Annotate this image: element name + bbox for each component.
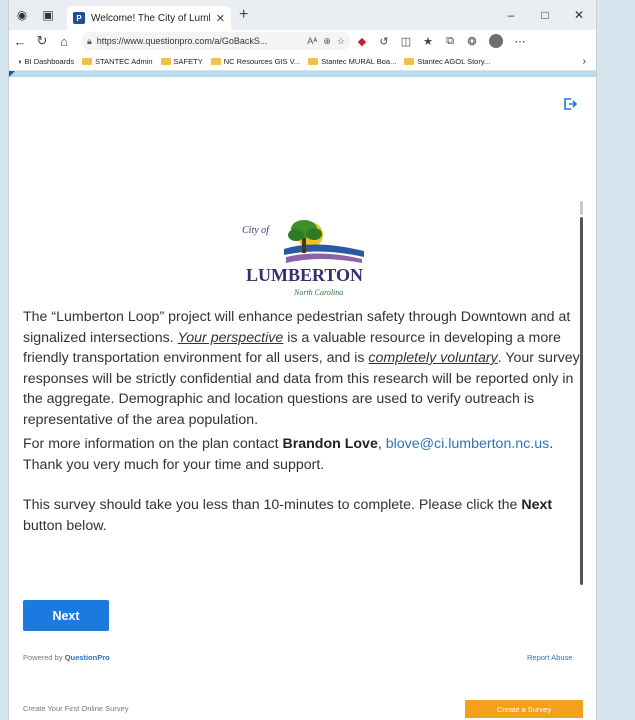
extensions-icon[interactable]: ❂	[461, 35, 483, 48]
bookmark-bi-dashboards[interactable]: ◑ BI Dashboards	[17, 57, 74, 66]
minimize-icon[interactable]: –	[494, 8, 528, 22]
url-text[interactable]: https://www.questionpro.com/a/GoBackS...	[97, 36, 301, 46]
tab-actions-icon[interactable]: ▣	[35, 0, 61, 30]
bookmark-label: BI Dashboards	[24, 56, 75, 66]
refresh-icon[interactable]: ↻	[31, 33, 53, 49]
close-tab-icon[interactable]: ✕	[216, 12, 225, 25]
next-emphasis: Next	[521, 497, 553, 513]
lock-icon[interactable]: 🔒︎	[87, 36, 92, 47]
folder-icon	[308, 57, 319, 65]
split-screen-icon[interactable]: ◫	[395, 35, 417, 48]
tab-bar: ◉ ▣ P Welcome! The City of Lumberto ✕ + …	[9, 0, 596, 30]
new-tab-icon[interactable]: +	[239, 6, 248, 24]
bookmark-label: NC Resources GIS V...	[223, 56, 301, 66]
browser-window: ◉ ▣ P Welcome! The City of Lumberto ✕ + …	[8, 0, 597, 720]
report-abuse-link[interactable]: Report Abuse	[527, 653, 572, 662]
close-window-icon[interactable]: ✕	[562, 8, 596, 22]
back-icon[interactable]: ←	[9, 34, 31, 49]
create-survey-button[interactable]: Create a Survey	[465, 700, 583, 718]
refresh-extension-icon[interactable]: ↺	[373, 35, 395, 48]
powered-prefix: Powered by	[23, 653, 65, 662]
folder-icon	[404, 57, 415, 65]
bi-icon: ◑	[17, 56, 22, 66]
completely-voluntary-emphasis: completely voluntary	[368, 350, 498, 366]
window-controls: – □ ✕	[494, 8, 596, 22]
questionpro-favicon-icon: P	[73, 12, 85, 24]
bookmark-stantec-mural[interactable]: Stantec MURAL Boa...	[308, 57, 396, 66]
scrollbar-up[interactable]	[580, 201, 583, 215]
bookmark-label: Stantec AGOL Story...	[417, 56, 491, 66]
chevron-right-icon[interactable]: ›	[583, 56, 586, 67]
duration-paragraph: This survey should take you less than 10…	[23, 495, 588, 536]
your-perspective-emphasis: Your perspective	[177, 329, 284, 346]
duration-text-a: This survey should take you less than 10…	[23, 497, 522, 513]
folder-icon	[160, 57, 171, 65]
bookmark-stantec-admin[interactable]: STANTEC Admin	[82, 56, 153, 66]
contact-text-b: ,	[377, 436, 386, 452]
bookmark-stantec-agol[interactable]: Stantec AGOL Story...	[404, 57, 490, 66]
favorites-icon[interactable]: ★	[417, 35, 439, 48]
contact-name: Brandon Love	[282, 436, 378, 452]
create-first-survey-text[interactable]: Create Your First Online Survey	[23, 704, 128, 713]
survey-page: City of LUMBERTON North Carolina The “Lu…	[9, 77, 596, 720]
powered-by: Powered by QuestionPro	[23, 653, 110, 662]
navigation-bar: ← ↻ ⌂ 🔒︎ https://www.questionpro.com/a/G…	[9, 30, 596, 52]
folder-icon	[210, 57, 221, 65]
logo-name: LUMBERTON	[246, 265, 363, 285]
home-icon[interactable]: ⌂	[53, 34, 75, 49]
workspaces-icon[interactable]: ◉	[9, 0, 35, 30]
bookmark-label: STANTEC Admin	[95, 56, 153, 66]
tab-title: Welcome! The City of Lumberto	[91, 12, 210, 24]
maximize-icon[interactable]: □	[528, 8, 562, 22]
next-button[interactable]: Next	[23, 600, 109, 631]
read-aloud-icon[interactable]: Aᴬ	[307, 36, 317, 46]
duration-text-b: button below.	[23, 517, 107, 534]
city-of-lumberton-logo: City of LUMBERTON North Carolina	[242, 220, 364, 297]
more-menu-icon[interactable]: ⋯	[509, 35, 531, 48]
collections-icon[interactable]: ⧉	[439, 35, 461, 48]
bookmark-safety[interactable]: SAFETY	[160, 56, 203, 66]
questionpro-link[interactable]: QuestionPro	[65, 653, 110, 662]
folder-icon	[82, 57, 93, 65]
zoom-icon[interactable]: ⊕	[323, 36, 331, 47]
exit-survey-icon[interactable]	[563, 97, 577, 111]
logo-state: North Carolina	[293, 288, 343, 297]
intro-paragraph: The “Lumberton Loop” project will enhanc…	[23, 307, 588, 430]
browser-tab-active[interactable]: P Welcome! The City of Lumberto ✕	[67, 6, 231, 30]
bookmark-nc-resources[interactable]: NC Resources GIS V...	[210, 56, 301, 66]
bookmark-label: Stantec MURAL Boa...	[321, 56, 397, 66]
contact-email-link[interactable]: blove@ci.lumberton.nc.us	[386, 436, 549, 452]
contact-text-a: For more information on the plan contact	[23, 436, 283, 452]
profile-avatar[interactable]	[489, 34, 503, 48]
extension-shield-icon[interactable]: ◆	[351, 35, 373, 48]
address-bar[interactable]: 🔒︎ https://www.questionpro.com/a/GoBackS…	[81, 32, 351, 50]
logo-city-of: City of	[242, 225, 270, 236]
bookmarks-bar: ◑ BI Dashboards STANTEC Admin SAFETY NC …	[9, 52, 596, 71]
bookmark-label: SAFETY	[173, 56, 203, 66]
favorite-star-icon[interactable]: ☆	[337, 36, 345, 47]
contact-paragraph: For more information on the plan contact…	[23, 434, 588, 475]
